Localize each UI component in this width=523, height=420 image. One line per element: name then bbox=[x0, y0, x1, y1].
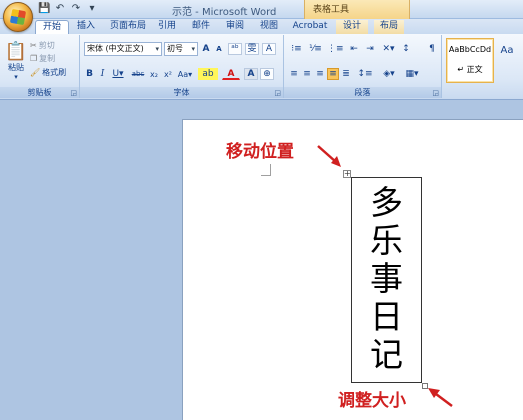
resize-arrow bbox=[435, 393, 453, 407]
annotation-arrows bbox=[317, 145, 453, 407]
office-button[interactable] bbox=[3, 2, 33, 32]
move-arrow bbox=[317, 145, 337, 163]
office-logo-icon bbox=[9, 8, 27, 26]
